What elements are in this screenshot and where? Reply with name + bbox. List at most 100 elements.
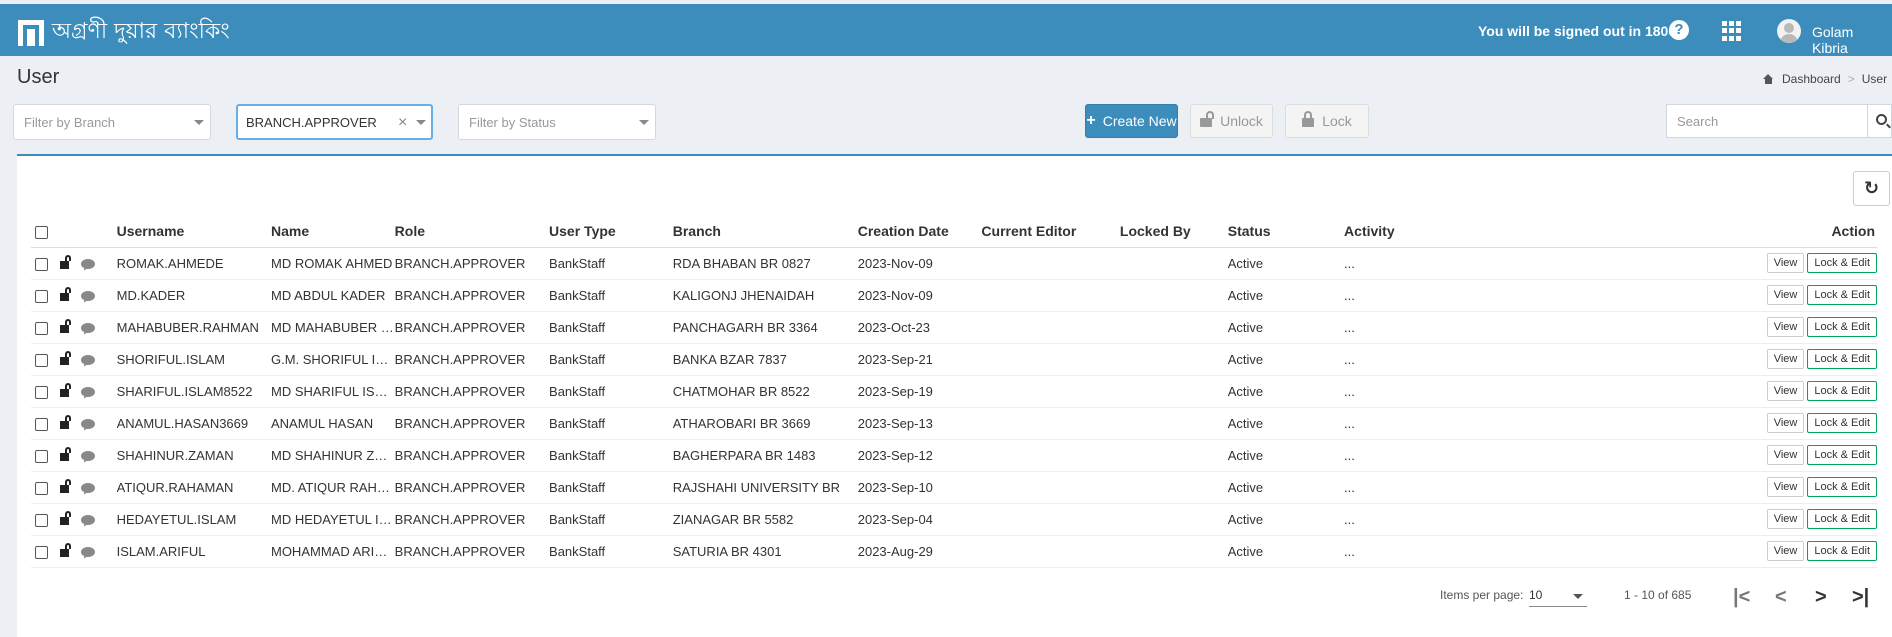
items-per-page-select[interactable]: 10 <box>1529 585 1587 607</box>
cell-user-type: BankStaff <box>549 247 673 280</box>
first-page-icon[interactable]: |< <box>1733 586 1750 609</box>
row-checkbox[interactable] <box>35 417 48 431</box>
table-row[interactable]: ISLAM.ARIFULMOHAMMAD ARIFUL ISLAMBRANCH.… <box>31 535 1877 568</box>
search-input[interactable] <box>1677 114 1837 129</box>
view-button[interactable]: View <box>1766 285 1805 305</box>
cell-branch: ATHAROBARI BR 3669 <box>672 407 858 440</box>
comment-icon[interactable] <box>81 515 95 526</box>
row-checkbox[interactable] <box>35 449 48 463</box>
comment-icon[interactable] <box>81 323 95 334</box>
user-menu-name[interactable]: Golam Kibria <box>1812 24 1892 56</box>
row-checkbox[interactable] <box>35 257 48 271</box>
view-button[interactable]: View <box>1766 253 1805 273</box>
comment-icon[interactable] <box>81 483 95 494</box>
col-branch[interactable]: Branch <box>672 215 858 248</box>
refresh-icon: ↻ <box>1863 178 1880 198</box>
unlock-button[interactable]: Unlock <box>1190 104 1273 138</box>
cell-role: BRANCH.APPROVER <box>394 439 550 472</box>
plus-icon: + <box>1086 112 1096 129</box>
lock-button[interactable]: Lock <box>1285 104 1369 138</box>
view-button[interactable]: View <box>1766 381 1805 401</box>
cell-branch: ZIANAGAR BR 5582 <box>672 503 858 536</box>
view-button[interactable]: View <box>1766 349 1805 369</box>
view-button[interactable]: View <box>1766 445 1805 465</box>
col-status[interactable]: Status <box>1227 215 1345 248</box>
view-button[interactable]: View <box>1766 477 1805 497</box>
last-page-icon[interactable]: >| <box>1852 586 1869 609</box>
col-name[interactable]: Name <box>270 215 395 248</box>
search-box <box>1666 104 1892 138</box>
lock-edit-button[interactable]: Lock & Edit <box>1807 445 1877 465</box>
lock-icon <box>1302 110 1315 127</box>
clear-icon[interactable]: × <box>398 114 407 132</box>
col-user-type[interactable]: User Type <box>549 215 673 248</box>
search-button[interactable] <box>1867 105 1892 137</box>
status-filter-select[interactable]: Filter by Status <box>458 104 656 140</box>
table-row[interactable]: ROMAK.AHMEDE MD ROMAK AHMED BRANCH.APPROVE… <box>31 247 1877 280</box>
view-button[interactable]: View <box>1766 317 1805 337</box>
lock-edit-button[interactable]: Lock & Edit <box>1807 413 1877 433</box>
cell-current-editor <box>981 247 1120 280</box>
cell-status: Active <box>1227 311 1345 344</box>
cell-username: ISLAM.ARIFUL <box>116 535 271 568</box>
comment-icon[interactable] <box>81 291 95 302</box>
lock-edit-button[interactable]: Lock & Edit <box>1807 317 1877 337</box>
row-checkbox[interactable] <box>35 289 48 303</box>
row-checkbox[interactable] <box>35 545 48 559</box>
view-button[interactable]: View <box>1766 541 1805 561</box>
table-row[interactable]: HEDAYETUL.ISLAMMD HEDAYETUL ISLAMBRANCH.… <box>31 503 1877 536</box>
comment-icon[interactable] <box>81 355 95 366</box>
branch-filter-select[interactable]: Filter by Branch <box>13 104 211 140</box>
top-navbar: অগ্রণী দুয়ার ব্যাংকিং You will be signe… <box>0 4 1892 56</box>
col-username[interactable]: Username <box>116 215 271 248</box>
lock-edit-button[interactable]: Lock & Edit <box>1807 349 1877 369</box>
breadcrumb-separator: > <box>1847 72 1855 86</box>
table-row[interactable]: MD.KADER MD ABDUL KADER BRANCH.APPROVER Ban… <box>31 279 1877 312</box>
col-role[interactable]: Role <box>394 215 550 248</box>
lock-edit-button[interactable]: Lock & Edit <box>1807 381 1877 401</box>
col-current-editor[interactable]: Current Editor <box>981 215 1120 248</box>
comment-icon[interactable] <box>81 419 95 430</box>
table-row[interactable]: ANAMUL.HASAN3669 ANAMUL HASAN BRANCH.APPRO… <box>31 407 1877 440</box>
row-checkbox[interactable] <box>35 385 48 399</box>
refresh-button[interactable]: ↻ <box>1853 171 1890 206</box>
brand-logo[interactable]: অগ্রণী দুয়ার ব্যাংকিং <box>18 14 230 51</box>
lock-edit-button[interactable]: Lock & Edit <box>1807 253 1877 273</box>
prev-page-icon[interactable]: < <box>1775 586 1787 609</box>
comment-icon[interactable] <box>81 259 95 270</box>
col-creation-date[interactable]: Creation Date <box>857 215 982 248</box>
lock-edit-button[interactable]: Lock & Edit <box>1807 541 1877 561</box>
table-row[interactable]: ATIQUR.RAHAMANMD. ATIQUR RAHAMANBRANCH.A… <box>31 471 1877 504</box>
lock-edit-button[interactable]: Lock & Edit <box>1807 509 1877 529</box>
cell-locked-by <box>1119 311 1228 344</box>
table-row[interactable]: SHAHINUR.ZAMANMD SHAHINUR ZAMANBRANCH.AP… <box>31 439 1877 472</box>
col-locked-by[interactable]: Locked By <box>1119 215 1228 248</box>
breadcrumb-dashboard[interactable]: Dashboard <box>1782 72 1841 86</box>
lock-edit-button[interactable]: Lock & Edit <box>1807 477 1877 497</box>
row-checkbox[interactable] <box>35 321 48 335</box>
view-button[interactable]: View <box>1766 509 1805 529</box>
comment-icon[interactable] <box>81 451 95 462</box>
search-icon <box>1876 114 1887 125</box>
next-page-icon[interactable]: > <box>1815 586 1827 609</box>
branch-filter-placeholder: Filter by Branch <box>24 115 116 130</box>
row-checkbox[interactable] <box>35 353 48 367</box>
table-row[interactable]: SHORIFUL.ISLAMG.M. SHORIFUL ISLAMBRANCH.… <box>31 343 1877 376</box>
comment-icon[interactable] <box>81 387 95 398</box>
col-activity[interactable]: Activity <box>1344 215 1503 248</box>
grid-icon[interactable] <box>1722 21 1742 41</box>
create-new-button[interactable]: + Create New <box>1085 104 1178 138</box>
row-checkbox[interactable] <box>35 481 48 495</box>
row-checkbox[interactable] <box>35 513 48 527</box>
cell-name: MD ABDUL KADER <box>270 279 395 312</box>
table-row[interactable]: SHARIFUL.ISLAM8522 MD SHARIFUL ISLAM BRANC… <box>31 375 1877 408</box>
question-circle-icon[interactable]: ? <box>1669 20 1689 40</box>
lock-edit-button[interactable]: Lock & Edit <box>1807 285 1877 305</box>
comment-icon[interactable] <box>81 547 95 558</box>
table-row[interactable]: MAHABUBER.RAHMANMD MAHABUBER RAHMANBRANC… <box>31 311 1877 344</box>
unlock-icon <box>1200 110 1215 127</box>
view-button[interactable]: View <box>1766 413 1805 433</box>
avatar[interactable] <box>1777 19 1801 43</box>
role-filter-select[interactable]: BRANCH.APPROVER × <box>236 104 433 140</box>
select-all-checkbox[interactable] <box>35 225 48 239</box>
